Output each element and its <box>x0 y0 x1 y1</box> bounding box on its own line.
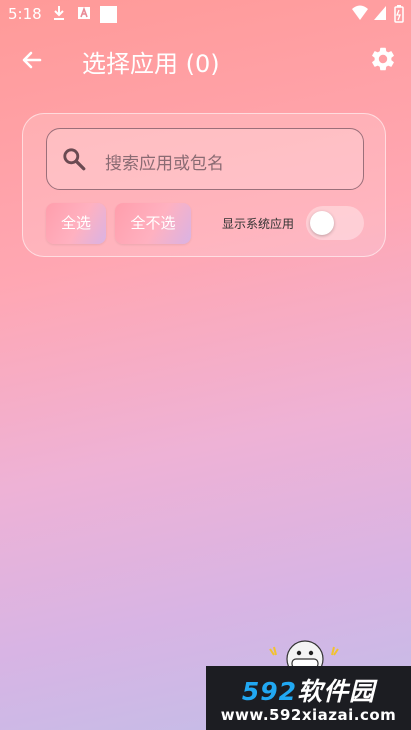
battery-icon <box>394 5 404 23</box>
search-icon <box>63 148 86 171</box>
page-title: 选择应用 (0) <box>82 50 220 78</box>
search-placeholder: 搜索应用或包名 <box>105 154 224 174</box>
search-input[interactable]: 搜索应用或包名 <box>46 128 364 190</box>
show-system-apps-label: 显示系统应用 <box>222 217 295 231</box>
select-none-button[interactable]: 全不选 <box>115 203 191 244</box>
status-time: 5:18 <box>8 5 42 23</box>
download-icon <box>54 6 64 20</box>
gear-icon[interactable] <box>369 45 397 73</box>
square-icon <box>100 6 117 23</box>
select-all-button[interactable]: 全选 <box>46 203 106 244</box>
watermark-banner: 592软件园 www.592xiazai.com <box>206 666 411 730</box>
filter-panel: 搜索应用或包名 全选 全不选 显示系统应用 <box>22 113 386 257</box>
wifi-icon <box>352 5 368 20</box>
show-system-apps-toggle[interactable] <box>306 206 364 240</box>
arrow-back-icon[interactable] <box>18 46 46 74</box>
watermark-brand-number: 592 <box>241 677 298 706</box>
toggle-knob <box>310 211 334 235</box>
watermark-brand-text: 软件园 <box>297 677 376 706</box>
signal-icon <box>374 6 386 20</box>
watermark-brand: 592软件园 <box>206 672 411 708</box>
app-bar: 选择应用 (0) <box>0 30 411 88</box>
a-icon <box>78 6 90 19</box>
status-bar: 5:18 <box>0 0 411 28</box>
watermark-url: www.592xiazai.com <box>220 706 397 724</box>
